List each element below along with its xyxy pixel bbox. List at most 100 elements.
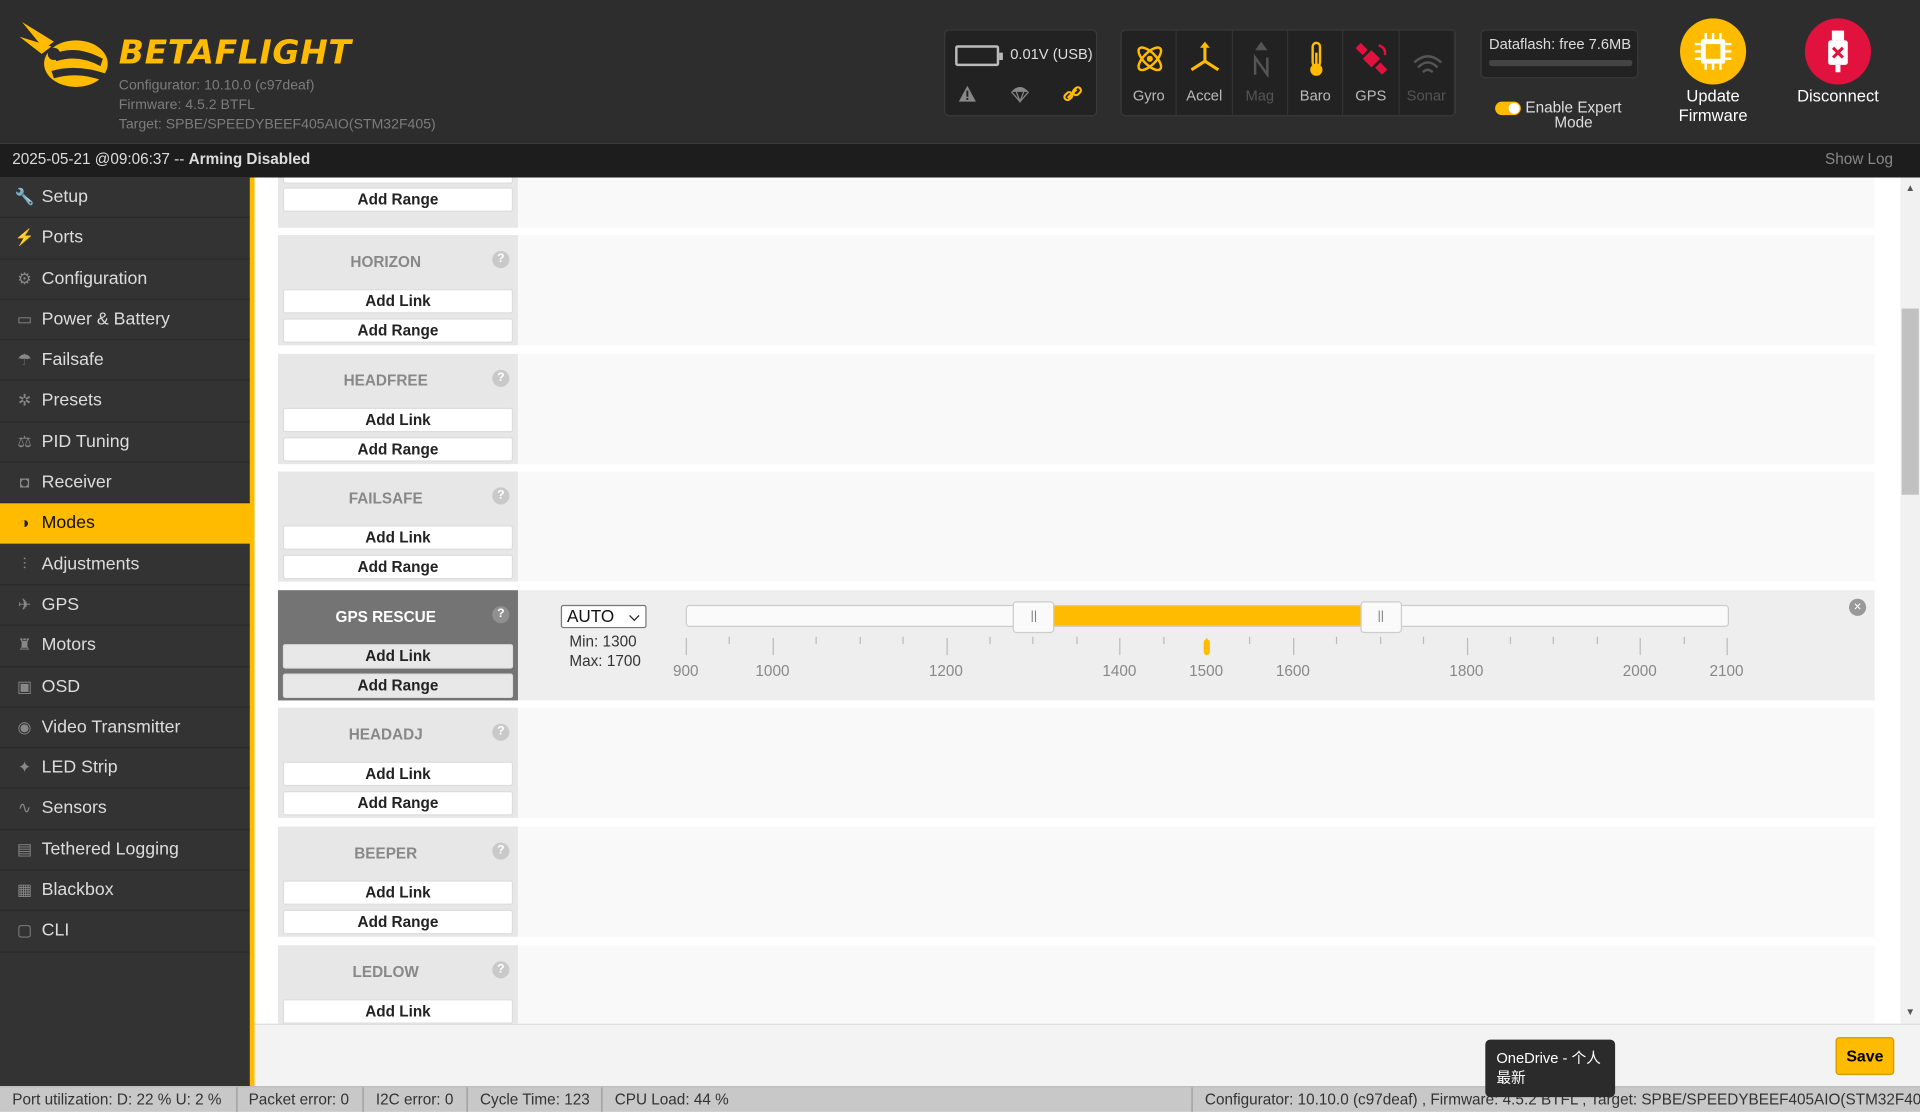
scroll-up-arrow[interactable]: ▲ bbox=[1902, 182, 1919, 193]
sidebar-item-motors[interactable]: ♜ Motors bbox=[0, 626, 252, 667]
add-link-button[interactable]: Add Link bbox=[282, 407, 514, 433]
led-icon: ✦ bbox=[17, 758, 32, 777]
scale-tick bbox=[1379, 636, 1381, 645]
packet-error: Packet error: 0 bbox=[248, 1091, 349, 1109]
divider bbox=[1191, 1087, 1193, 1112]
add-range-button[interactable]: Add Range bbox=[282, 909, 514, 935]
scroll-down-arrow[interactable]: ▼ bbox=[1902, 1007, 1919, 1018]
sidebar-item-setup[interactable]: 🔧 Setup bbox=[0, 178, 252, 219]
sidebar-item-failsafe[interactable]: ☂ Failsafe bbox=[0, 341, 252, 382]
scale-label: 1800 bbox=[1449, 662, 1484, 680]
range-max-handle[interactable]: || bbox=[1359, 601, 1402, 634]
scale-tick bbox=[945, 637, 948, 656]
scale-tick bbox=[772, 637, 774, 656]
betaflight-bee-logo bbox=[19, 22, 108, 87]
help-icon[interactable]: ? bbox=[492, 606, 510, 624]
help-icon[interactable]: ? bbox=[492, 961, 510, 979]
add-range-button[interactable]: Add Range bbox=[282, 673, 514, 698]
help-icon[interactable]: ? bbox=[492, 842, 510, 860]
update-firmware-button[interactable]: Update Firmware bbox=[1664, 18, 1762, 126]
add-range-button[interactable]: Add Range bbox=[282, 187, 514, 212]
arming-status: Arming Disabled bbox=[188, 150, 311, 168]
link-icon bbox=[1063, 86, 1082, 102]
add-range-button[interactable]: Add Range bbox=[282, 318, 514, 343]
modes-content: Add Link Add Range HORIZON? Add Link Add R… bbox=[254, 177, 1901, 1024]
channel-select[interactable]: AUTO bbox=[560, 604, 647, 629]
sidebar-item-osd[interactable]: ▣ OSD bbox=[0, 667, 252, 708]
add-range-button[interactable]: Add Range bbox=[282, 791, 514, 816]
scale-tick bbox=[859, 636, 861, 645]
sliders-icon: ⫶ bbox=[22, 554, 27, 573]
add-link-button[interactable]: Add Link bbox=[282, 880, 514, 905]
osd-icon: ▣ bbox=[16, 676, 33, 695]
help-icon[interactable]: ? bbox=[492, 723, 510, 741]
sidebar-item-presets[interactable]: ✲ Presets bbox=[0, 381, 252, 423]
add-range-button[interactable]: Add Range bbox=[282, 437, 514, 462]
save-button[interactable]: Save bbox=[1835, 1037, 1895, 1076]
show-log-link[interactable]: Show Log bbox=[1825, 151, 1893, 168]
status-bar: 2025-05-21 @09:06:37 -- Arming Disabled … bbox=[0, 143, 1920, 178]
sensor-baro: Baro bbox=[1288, 30, 1344, 116]
sidebar-item-cli[interactable]: ▢ CLI bbox=[0, 911, 252, 953]
sidebar-item-sensors[interactable]: ∿ Sensors bbox=[0, 789, 252, 830]
sidebar-item-label: CLI bbox=[41, 921, 70, 941]
sidebar-item-label: Ports bbox=[41, 228, 84, 248]
help-icon[interactable]: ? bbox=[492, 369, 510, 387]
sidebar-item-gps[interactable]: ✈ GPS bbox=[0, 585, 252, 627]
add-range-button[interactable]: Add Range bbox=[282, 554, 514, 580]
sidebar-item-label: GPS bbox=[41, 595, 80, 615]
content-scrollbar[interactable] bbox=[1900, 177, 1920, 1024]
scale-tick bbox=[1032, 636, 1034, 645]
sidebar-item-power-battery[interactable]: ▭ Power & Battery bbox=[0, 300, 252, 341]
range-slider-track[interactable]: || || bbox=[685, 601, 1729, 634]
scrollbar-thumb[interactable] bbox=[1901, 308, 1919, 495]
sidebar-item-video-transmitter[interactable]: ◉ Video Transmitter bbox=[0, 708, 252, 749]
mode-row-headadj: HEADADJ? Add Link Add Range bbox=[277, 707, 1875, 818]
version-info: Configurator: 10.10.0 (c97deaf) Firmware… bbox=[119, 76, 436, 135]
scale-tick bbox=[1553, 636, 1555, 645]
content-footer: OneDrive - 个人 最新 Save bbox=[254, 1023, 1920, 1098]
disconnect-button[interactable]: Disconnect bbox=[1789, 18, 1887, 106]
range-slider-fill bbox=[1033, 606, 1381, 626]
range-min-handle[interactable]: || bbox=[1013, 601, 1055, 634]
add-link-button[interactable]: Add Link bbox=[282, 525, 514, 550]
scale-label: 1400 bbox=[1102, 662, 1137, 680]
sidebar-item-led-strip[interactable]: ✦ LED Strip bbox=[0, 748, 252, 790]
mode-name: FAILSAFE bbox=[348, 489, 423, 507]
help-icon[interactable]: ? bbox=[492, 251, 510, 269]
gps-icon bbox=[1355, 42, 1388, 75]
sidebar-item-label: Presets bbox=[41, 391, 102, 411]
sidebar-item-tethered-logging[interactable]: ▤ Tethered Logging bbox=[0, 830, 252, 871]
sidebar-item-adjustments[interactable]: ⫶ Adjustments bbox=[0, 545, 252, 586]
add-link-button[interactable]: Add Link bbox=[282, 288, 514, 314]
remove-range-icon[interactable]: × bbox=[1848, 598, 1867, 616]
sidebar-item-receiver[interactable]: ◘ Receiver bbox=[0, 463, 252, 504]
gyro-icon bbox=[1137, 46, 1163, 72]
scale-tick bbox=[1683, 636, 1685, 645]
scale-tick bbox=[815, 636, 818, 645]
range-max-label: Max: 1700 bbox=[569, 652, 641, 670]
add-link-button[interactable]: Add Link bbox=[282, 999, 514, 1024]
add-link-button[interactable]: Add Link bbox=[282, 761, 514, 787]
mode-name: HORIZON bbox=[350, 253, 421, 271]
mode-row-failsafe: FAILSAFE? Add Link Add Range bbox=[277, 471, 1875, 582]
power-panel: 0.01V (USB) bbox=[944, 29, 1098, 117]
mode-row-headfree: HEADFREE? Add Link Add Range bbox=[277, 353, 1875, 465]
sidebar: 🔧 Setup ⚡ Ports ⚙ Configuration ▭ Power & Batte… bbox=[0, 177, 252, 1087]
sidebar-item-modes[interactable]: ◑ Modes bbox=[0, 503, 252, 545]
add-link-button[interactable]: Add Link bbox=[282, 177, 514, 184]
sensor-label: GPS bbox=[1355, 86, 1387, 105]
sidebar-item-ports[interactable]: ⚡ Ports bbox=[0, 218, 252, 260]
sensor-label: Accel bbox=[1186, 86, 1223, 105]
help-icon[interactable]: ? bbox=[492, 487, 510, 505]
dataflash-label: Dataflash: free 7.6MB bbox=[1488, 35, 1632, 53]
sidebar-item-pid-tuning[interactable]: ⚖ PID Tuning bbox=[0, 422, 252, 463]
add-link-button[interactable]: Add Link bbox=[282, 644, 514, 669]
scale-tick bbox=[1596, 636, 1598, 645]
sidebar-item-blackbox[interactable]: ▦ Blackbox bbox=[0, 871, 252, 912]
plug-icon: ⚡ bbox=[14, 228, 35, 247]
range-min-label: Min: 1300 bbox=[569, 633, 637, 651]
sonar-icon bbox=[1413, 55, 1442, 74]
scale-tick bbox=[1076, 636, 1078, 645]
sidebar-item-configuration[interactable]: ⚙ Configuration bbox=[0, 259, 252, 300]
